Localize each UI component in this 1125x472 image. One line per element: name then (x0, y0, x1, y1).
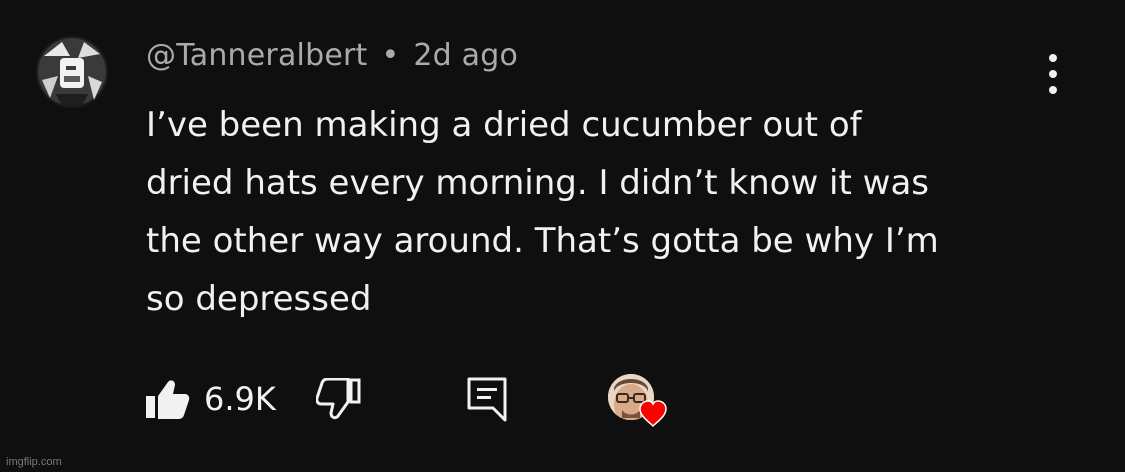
like-count: 6.9K (204, 380, 276, 418)
reply-button[interactable] (466, 376, 508, 422)
thumbs-up-filled-icon (146, 380, 190, 419)
thumbs-down-outline-icon (315, 377, 361, 420)
watermark: imgflip.com (6, 456, 62, 468)
comment-line: dried hats every morning. I didn’t know … (146, 163, 929, 203)
dislike-button[interactable] (315, 377, 362, 420)
comment-card: @Tanneralbert • 2d ago I’ve been making a … (0, 0, 1125, 472)
comment-text: I’ve been making a dried cucumber out of… (146, 96, 1046, 328)
reply-comment-icon (467, 377, 507, 422)
more-vertical-icon (1049, 70, 1057, 78)
comment-line: so depressed (146, 279, 372, 319)
meta-separator: • (381, 38, 400, 73)
like-button[interactable] (144, 378, 190, 420)
author-avatar[interactable] (36, 36, 108, 108)
author-handle[interactable]: @Tanneralbert (146, 38, 367, 73)
more-options-button[interactable] (1036, 50, 1070, 98)
comment-line: I’ve been making a dried cucumber out of (146, 105, 862, 145)
comment-line: the other way around. That’s gotta be wh… (146, 221, 939, 261)
more-vertical-icon (1049, 86, 1057, 94)
comment-meta: @Tanneralbert • 2d ago (146, 38, 518, 73)
comment-timestamp[interactable]: 2d ago (413, 38, 518, 73)
more-vertical-icon (1049, 54, 1057, 62)
heart-icon (639, 400, 667, 428)
creator-heart-badge (608, 374, 670, 432)
